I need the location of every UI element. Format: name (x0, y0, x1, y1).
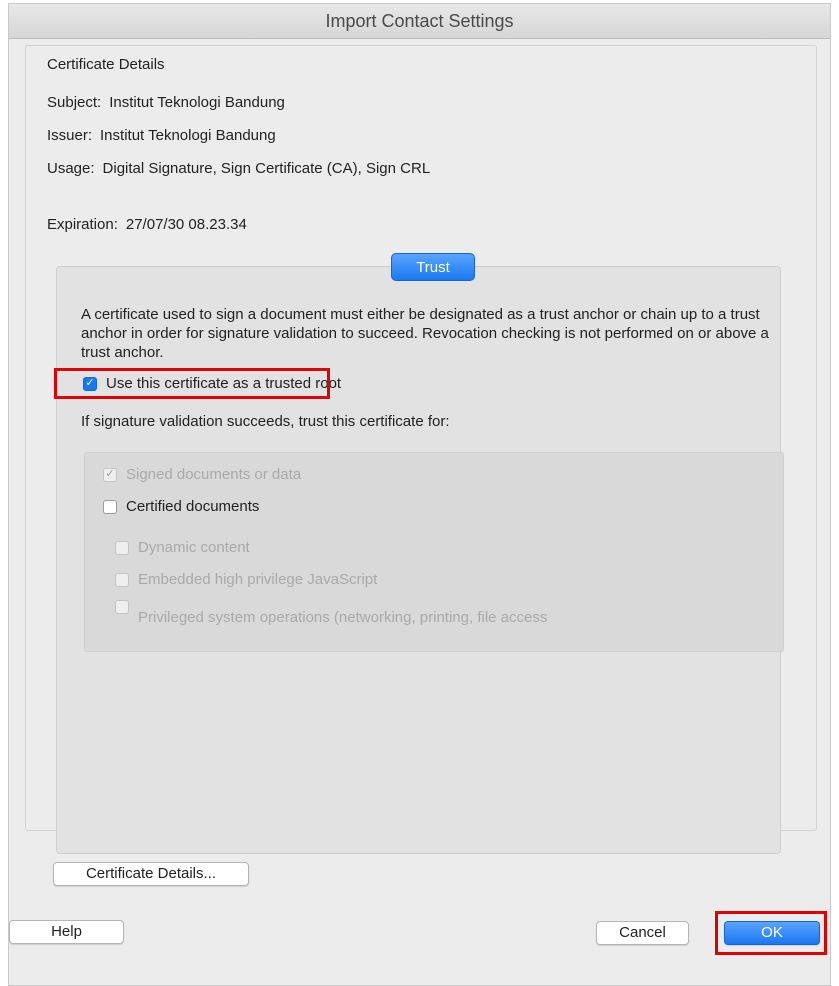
signed-documents-checkbox: ✓ (103, 467, 117, 482)
privileged-operations-checkbox (115, 600, 129, 614)
trust-description: A certificate used to sign a document mu… (81, 306, 769, 361)
help-button[interactable]: Help (9, 920, 124, 944)
signed-documents-option: ✓ Signed documents or data (103, 466, 301, 483)
subject-row: Subject: Institut Teknologi Bandung (47, 94, 285, 111)
certificate-details-button[interactable]: Certificate Details... (53, 862, 249, 886)
usage-value: Digital Signature, Sign Certificate (CA)… (102, 160, 431, 177)
trusted-root-highlight (54, 368, 330, 399)
privileged-operations-label: Privileged system operations (networking… (138, 609, 548, 626)
issuer-label: Issuer: (47, 127, 93, 144)
dynamic-content-label: Dynamic content (138, 539, 250, 556)
certificate-details-heading: Certificate Details (47, 56, 165, 73)
embedded-javascript-option: Embedded high privilege JavaScript (115, 571, 377, 588)
certified-documents-label: Certified documents (126, 498, 260, 515)
signed-documents-label: Signed documents or data (126, 466, 302, 483)
issuer-value: Institut Teknologi Bandung (100, 127, 276, 144)
dynamic-content-option: Dynamic content (115, 539, 250, 556)
subject-value: Institut Teknologi Bandung (109, 94, 285, 111)
issuer-row: Issuer: Institut Teknologi Bandung (47, 127, 276, 144)
certified-documents-checkbox[interactable] (103, 499, 117, 514)
trust-tab[interactable]: Trust (391, 253, 475, 281)
checkmark-icon: ✓ (105, 468, 115, 480)
certified-documents-option[interactable]: Certified documents (103, 498, 259, 515)
subject-label: Subject: (47, 94, 102, 111)
trust-for-label: If signature validation succeeds, trust … (81, 413, 450, 430)
cancel-button[interactable]: Cancel (596, 921, 689, 945)
usage-label: Usage: (47, 160, 95, 177)
usage-row: Usage: Digital Signature, Sign Certificat… (47, 160, 430, 177)
dynamic-content-checkbox (115, 540, 129, 555)
expiration-value: 27/07/30 08.23.34 (125, 216, 247, 233)
ok-highlight (715, 911, 827, 955)
window-title: Import Contact Settings (9, 4, 830, 39)
import-contact-settings-dialog: Import Contact Settings Certificate Deta… (8, 3, 831, 986)
embedded-javascript-checkbox (115, 572, 129, 587)
privileged-operations-option: Privileged system operations (networking… (115, 600, 547, 626)
embedded-javascript-label: Embedded high privilege JavaScript (138, 571, 378, 588)
expiration-row: Expiration: 27/07/30 08.23.34 (47, 216, 247, 233)
expiration-label: Expiration: (47, 216, 118, 233)
